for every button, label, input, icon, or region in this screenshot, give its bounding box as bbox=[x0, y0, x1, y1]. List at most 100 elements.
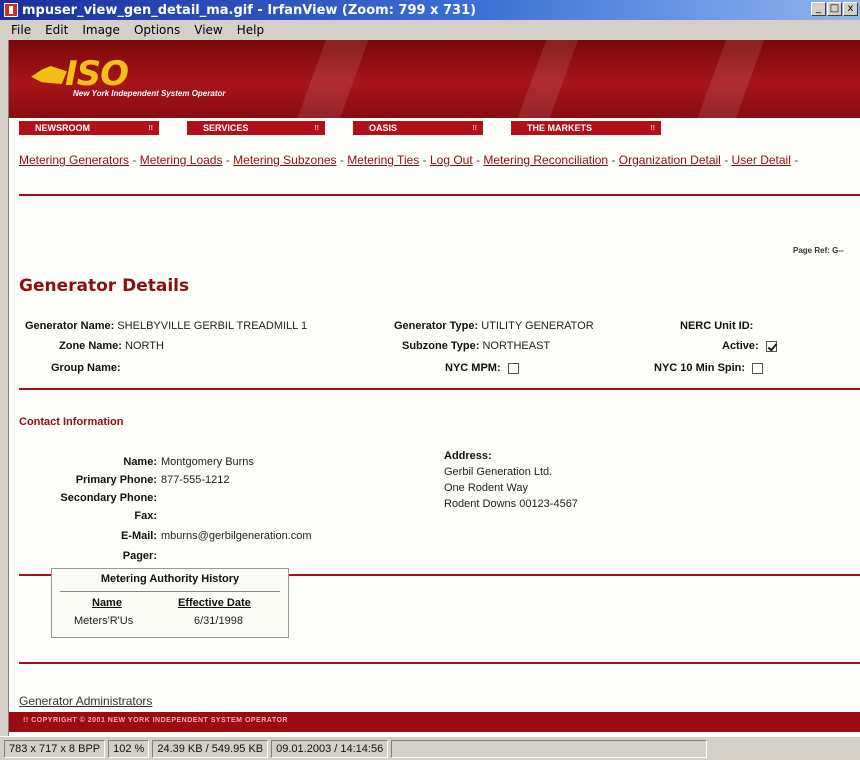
nyiso-logo-icon bbox=[31, 66, 67, 84]
link-separator: - bbox=[339, 153, 344, 167]
primary-phone-label: Primary Phone: bbox=[75, 474, 157, 486]
link-organization-detail[interactable]: Organization Detail bbox=[619, 153, 721, 167]
active-label: Active: bbox=[722, 340, 759, 352]
link-metering-ties[interactable]: Metering Ties bbox=[347, 153, 419, 167]
banner-streak bbox=[505, 40, 583, 118]
subzone-type-field: Subzone Type: NORTHEAST bbox=[402, 340, 550, 352]
menu-options[interactable]: Options bbox=[127, 23, 187, 37]
nyc-mpm-field: NYC MPM: bbox=[445, 362, 519, 374]
generator-name-field: Generator Name: SHELBYVILLE GERBIL TREAD… bbox=[25, 320, 307, 332]
tab-label: THE MARKETS bbox=[527, 123, 592, 133]
contact-name-label: Name: bbox=[123, 456, 157, 468]
window-controls: _ □ x bbox=[811, 2, 858, 16]
minimize-button[interactable]: _ bbox=[811, 2, 826, 16]
tab-the-markets[interactable]: THE MARKETS !! bbox=[511, 121, 661, 135]
zone-name-value: NORTH bbox=[125, 340, 164, 352]
window-title: mpuser_view_gen_detail_ma.gif - IrfanVie… bbox=[22, 2, 477, 18]
close-button[interactable]: x bbox=[843, 2, 858, 16]
generator-type-field: Generator Type: UTILITY GENERATOR bbox=[394, 320, 594, 332]
link-metering-loads[interactable]: Metering Loads bbox=[140, 153, 223, 167]
address-line: Gerbil Generation Ltd. bbox=[444, 466, 553, 478]
history-col-name: Name bbox=[92, 597, 122, 609]
generator-type-value: UTILITY GENERATOR bbox=[481, 320, 594, 332]
secondary-phone-label: Secondary Phone: bbox=[60, 492, 157, 504]
tab-newsroom[interactable]: NEWSROOM !! bbox=[19, 121, 159, 135]
table-row-name: Meters'R'Us bbox=[74, 615, 134, 627]
logo-subtitle: New York Independent System Operator bbox=[73, 89, 226, 98]
primary-phone-value: 877-555-1212 bbox=[161, 474, 230, 486]
irfanview-app-icon bbox=[4, 3, 18, 17]
banner-streak bbox=[286, 40, 372, 118]
maximize-button[interactable]: □ bbox=[827, 2, 842, 16]
pager-label: Pager: bbox=[122, 550, 157, 562]
divider bbox=[19, 194, 860, 196]
generator-name-label: Generator Name: bbox=[25, 320, 115, 332]
tab-arrow-icon: !! bbox=[314, 124, 319, 132]
nyc-spin-checkbox[interactable] bbox=[752, 362, 764, 374]
link-log-out[interactable]: Log Out bbox=[430, 153, 473, 167]
menu-image[interactable]: Image bbox=[75, 23, 127, 37]
subzone-type-value: NORTHEAST bbox=[482, 340, 551, 352]
site-footer: !! COPYRIGHT © 2001 NEW YORK INDEPENDENT… bbox=[9, 712, 860, 732]
window-titlebar[interactable]: mpuser_view_gen_detail_ma.gif - IrfanVie… bbox=[0, 0, 860, 20]
status-timestamp: 09.01.2003 / 14:14:56 bbox=[271, 739, 389, 758]
address-line: Rodent Downs 00123-4567 bbox=[444, 498, 578, 510]
nyc-mpm-checkbox[interactable] bbox=[507, 362, 519, 374]
copyright-text: !! COPYRIGHT © 2001 NEW YORK INDEPENDENT… bbox=[23, 717, 288, 724]
metering-authority-history-table: Metering Authority History Name Effectiv… bbox=[51, 568, 289, 638]
menu-help[interactable]: Help bbox=[230, 23, 271, 37]
nyc-spin-label: NYC 10 Min Spin: bbox=[654, 362, 746, 374]
banner-streak bbox=[686, 40, 768, 118]
zone-name-label: Zone Name: bbox=[59, 340, 122, 352]
menu-edit[interactable]: Edit bbox=[38, 23, 75, 37]
address-label: Address: bbox=[444, 450, 492, 462]
zone-name-field: Zone Name: NORTH bbox=[59, 340, 164, 352]
email-value: mburns@gerbilgeneration.com bbox=[161, 530, 312, 542]
link-separator: - bbox=[422, 153, 427, 167]
link-user-detail[interactable]: User Detail bbox=[732, 153, 791, 167]
nyc-spin-field: NYC 10 Min Spin: bbox=[654, 362, 764, 374]
site-header-banner: ISO New York Independent System Operator bbox=[9, 40, 860, 118]
tab-label: NEWSROOM bbox=[35, 123, 90, 133]
status-file-size: 24.39 KB / 549.95 KB bbox=[152, 739, 269, 758]
page-links: Metering Generators - Metering Loads - M… bbox=[19, 152, 849, 169]
history-title: Metering Authority History bbox=[100, 573, 240, 585]
group-name-label: Group Name: bbox=[51, 362, 121, 374]
tab-label: SERVICES bbox=[203, 123, 249, 133]
active-checkbox[interactable] bbox=[765, 340, 777, 352]
history-col-date: Effective Date bbox=[178, 597, 251, 609]
fax-label: Fax: bbox=[134, 510, 157, 522]
email-label: E-Mail: bbox=[120, 530, 157, 542]
nyc-mpm-label: NYC MPM: bbox=[445, 362, 501, 374]
tab-label: OASIS bbox=[369, 123, 398, 133]
logo-text: ISO bbox=[65, 54, 129, 94]
link-separator: - bbox=[794, 153, 799, 167]
link-metering-generators[interactable]: Metering Generators bbox=[19, 153, 129, 167]
link-separator: - bbox=[225, 153, 230, 167]
tab-oasis[interactable]: OASIS !! bbox=[353, 121, 483, 135]
divider bbox=[19, 662, 860, 664]
tab-arrow-icon: !! bbox=[148, 124, 153, 132]
menu-bar: File Edit Image Options View Help bbox=[0, 20, 860, 40]
generator-name-value: SHELBYVILLE GERBIL TREADMILL 1 bbox=[117, 320, 308, 332]
divider bbox=[19, 388, 860, 390]
generator-administrators-link[interactable]: Generator Administrators bbox=[19, 694, 152, 708]
link-separator: - bbox=[724, 153, 729, 167]
link-metering-reconciliation[interactable]: Metering Reconciliation bbox=[483, 153, 608, 167]
link-separator: - bbox=[132, 153, 137, 167]
subzone-type-label: Subzone Type: bbox=[402, 340, 480, 352]
page-title: Generator Details bbox=[19, 276, 190, 296]
contact-name-value: Montgomery Burns bbox=[161, 456, 254, 468]
status-bar: 783 x 717 x 8 BPP 102 % 24.39 KB / 549.9… bbox=[0, 736, 860, 760]
status-zoom: 102 % bbox=[108, 739, 150, 758]
tab-services[interactable]: SERVICES !! bbox=[187, 121, 325, 135]
table-row-date: 6/31/1998 bbox=[194, 615, 243, 627]
link-metering-subzones[interactable]: Metering Subzones bbox=[233, 153, 336, 167]
active-field: Active: bbox=[722, 340, 777, 352]
menu-file[interactable]: File bbox=[4, 23, 38, 37]
image-viewport: ISO New York Independent System Operator… bbox=[8, 40, 860, 736]
history-divider bbox=[60, 591, 280, 592]
menu-view[interactable]: View bbox=[187, 23, 229, 37]
link-separator: - bbox=[611, 153, 616, 167]
nerc-unit-field: NERC Unit ID: bbox=[680, 320, 753, 332]
